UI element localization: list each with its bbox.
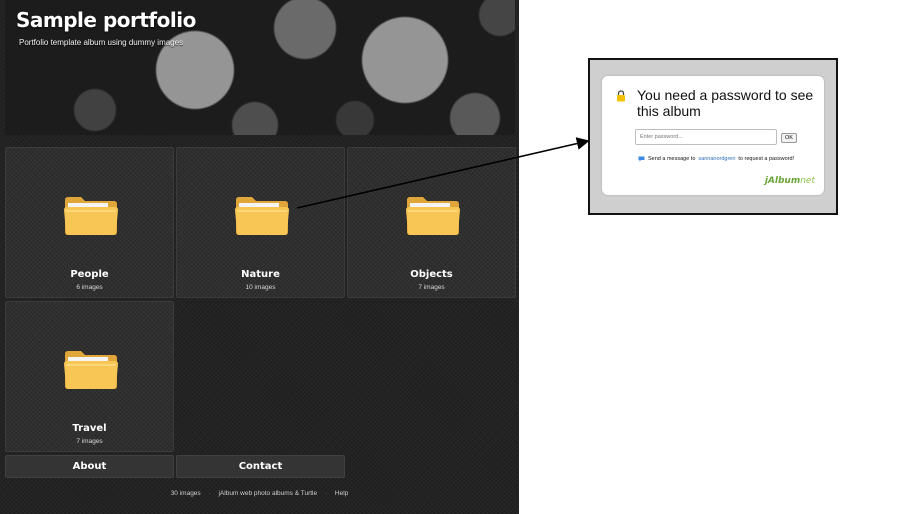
folder-icon — [64, 197, 118, 235]
message-suffix: to request a password! — [738, 156, 795, 162]
screenshot: Sample portfolio Portfolio template albu… — [0, 0, 900, 514]
folder-icon — [235, 197, 289, 235]
about-button[interactable]: About — [5, 455, 174, 478]
footer-credit-link[interactable]: jAlbum web photo albums & Turtle — [218, 490, 317, 497]
ok-button[interactable]: OK — [781, 133, 797, 143]
footer-separator: · — [324, 490, 328, 497]
contact-button[interactable]: Contact — [176, 455, 345, 478]
folder-image-count: 7 images — [76, 438, 103, 445]
password-dialog: You need a password to see this album OK… — [602, 76, 824, 195]
password-dialog-callout: You need a password to see this album OK… — [588, 58, 838, 215]
folder-tile-objects[interactable]: Objects 7 images — [347, 147, 516, 298]
folder-name: Nature — [241, 269, 280, 280]
footer-separator: · — [208, 490, 211, 497]
folder-tile-people[interactable]: People 6 images — [5, 147, 174, 298]
folder-tile-nature[interactable]: Nature 10 images — [176, 147, 345, 298]
logo-part-1: jAlbum — [764, 176, 801, 186]
dialog-title: You need a password to see this album — [637, 87, 814, 119]
password-input[interactable] — [635, 129, 777, 145]
chat-icon — [638, 156, 645, 162]
page-title: Sample portfolio — [16, 8, 196, 32]
folder-name: People — [70, 269, 109, 280]
hero-banner: Sample portfolio Portfolio template albu… — [5, 0, 515, 135]
folder-icon — [406, 197, 460, 235]
folder-icon — [64, 351, 118, 389]
message-prefix: Send a message to — [648, 156, 696, 162]
jalbum-logo: jAlbumnet — [765, 176, 815, 186]
folder-image-count: 7 images — [418, 284, 445, 291]
folder-name: Travel — [72, 423, 107, 434]
lock-icon — [617, 90, 625, 102]
logo-part-2: net — [800, 176, 815, 186]
message-user-link[interactable]: sannanordgren — [698, 156, 735, 162]
footer-image-count: 30 images — [170, 490, 201, 497]
folder-image-count: 10 images — [245, 284, 276, 291]
album-page: Sample portfolio Portfolio template albu… — [0, 0, 519, 514]
request-password-message: Send a message to sannanordgren to reque… — [638, 156, 794, 162]
folder-tile-travel[interactable]: Travel 7 images — [5, 301, 174, 452]
footer-help-link[interactable]: Help — [335, 490, 348, 497]
folder-name: Objects — [410, 269, 453, 280]
footer: 30 images · jAlbum web photo albums & Tu… — [0, 490, 519, 497]
folder-image-count: 6 images — [76, 284, 103, 291]
page-subtitle: Portfolio template album using dummy ima… — [19, 38, 184, 47]
